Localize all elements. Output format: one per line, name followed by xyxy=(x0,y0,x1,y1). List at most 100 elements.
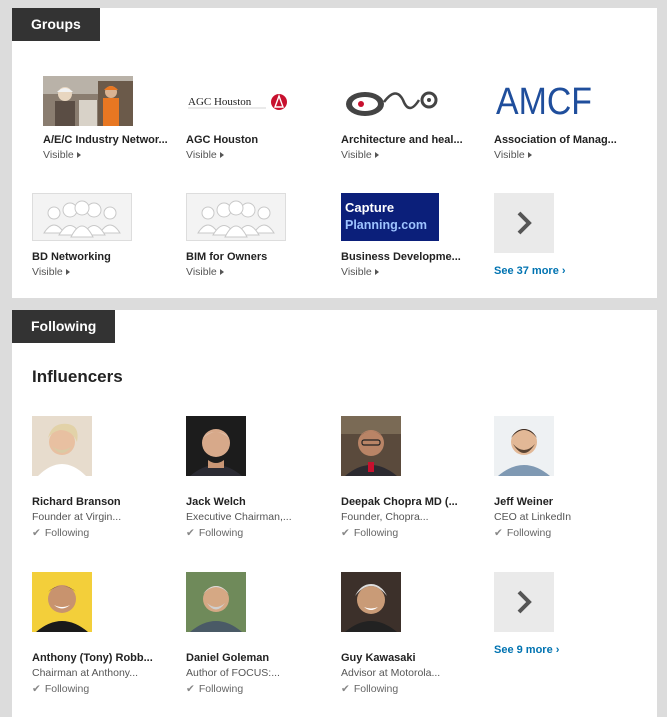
influencer-item[interactable]: Jeff Weiner CEO at LinkedIn ✔ Following xyxy=(494,416,644,546)
avatar[interactable] xyxy=(32,572,92,632)
caret-right-icon xyxy=(219,152,224,159)
influencer-item[interactable]: Daniel Goleman Author of FOCUS:... ✔ Foll… xyxy=(186,572,336,702)
influencers-see-more[interactable]: See 9 more › xyxy=(494,572,644,702)
following-button[interactable]: ✔ Following xyxy=(32,527,89,539)
visibility-label: Visible xyxy=(32,266,63,278)
influencer-item[interactable]: Jack Welch Executive Chairman,... ✔ Follo… xyxy=(186,416,336,546)
group-visibility[interactable]: Visible xyxy=(341,266,481,278)
chevron-right-icon xyxy=(517,211,532,235)
capture-logo-line1: Capture xyxy=(345,200,394,215)
group-placeholder-icon xyxy=(32,193,132,241)
group-item[interactable]: Capture Planning.com Business Developme.… xyxy=(341,193,491,283)
following-label: Following xyxy=(198,527,244,539)
checkmark-icon: ✔ xyxy=(341,683,350,695)
visibility-label: Visible xyxy=(341,149,372,161)
group-visibility[interactable]: Visible xyxy=(494,149,634,161)
following-button[interactable]: ✔ Following xyxy=(341,683,398,695)
influencer-title: Chairman at Anthony... xyxy=(32,667,139,679)
avatar[interactable] xyxy=(186,572,246,632)
influencer-name[interactable]: Jeff Weiner xyxy=(494,496,634,508)
group-title[interactable]: A/E/C Industry Networ... xyxy=(43,134,183,146)
checkmark-icon: ✔ xyxy=(32,527,41,539)
following-panel: Following Influencers Richard Branson Fo… xyxy=(12,310,657,717)
chevron-right-small-icon: › xyxy=(561,265,566,277)
group-visibility[interactable]: Visible xyxy=(43,149,183,161)
group-title[interactable]: Association of Manag... xyxy=(494,134,634,146)
group-title[interactable]: BD Networking xyxy=(32,251,172,263)
see-more-label: See 9 more xyxy=(494,644,553,656)
avatar[interactable] xyxy=(32,416,92,476)
caret-right-icon xyxy=(76,152,81,159)
influencer-title: CEO at LinkedIn xyxy=(494,511,572,523)
group-placeholder-icon xyxy=(186,193,286,241)
next-arrow-button[interactable] xyxy=(494,193,554,253)
capture-planning-logo-icon: Capture Planning.com xyxy=(341,193,439,241)
group-item[interactable]: AGC Houston AGC Houston Visible xyxy=(186,76,336,166)
chevron-right-icon xyxy=(517,590,532,614)
avatar[interactable] xyxy=(341,416,401,476)
avatar[interactable] xyxy=(341,572,401,632)
influencer-item[interactable]: Deepak Chopra MD (... Founder, Chopra...… xyxy=(341,416,491,546)
see-more-influencers-link[interactable]: See 9 more › xyxy=(494,644,559,656)
influencer-name[interactable]: Daniel Goleman xyxy=(186,652,326,664)
influencer-name[interactable]: Guy Kawasaki xyxy=(341,652,481,664)
groups-panel: Groups A/E/C Industry Networ... Visible … xyxy=(12,8,657,298)
influencer-name[interactable]: Jack Welch xyxy=(186,496,326,508)
chevron-right-small-icon: › xyxy=(555,644,560,656)
influencer-item[interactable]: Guy Kawasaki Advisor at Motorola... ✔ Fol… xyxy=(341,572,491,702)
avatar[interactable] xyxy=(494,416,554,476)
visibility-label: Visible xyxy=(494,149,525,161)
capture-logo-line2: Planning.com xyxy=(345,218,427,232)
checkmark-icon: ✔ xyxy=(32,683,41,695)
following-header: Following xyxy=(12,310,116,343)
following-button[interactable]: ✔ Following xyxy=(32,683,89,695)
group-title[interactable]: BIM for Owners xyxy=(186,251,326,263)
visibility-label: Visible xyxy=(186,266,217,278)
see-more-groups-link[interactable]: See 37 more › xyxy=(494,265,566,277)
following-label: Following xyxy=(506,527,552,539)
group-title[interactable]: AGC Houston xyxy=(186,134,326,146)
following-label: Following xyxy=(198,683,244,695)
influencer-item[interactable]: Anthony (Tony) Robb... Chairman at Antho… xyxy=(32,572,182,702)
influencers-title: Influencers xyxy=(32,367,123,386)
group-visibility[interactable]: Visible xyxy=(186,149,326,161)
stethoscope-logo-icon xyxy=(341,76,441,126)
influencer-name[interactable]: Richard Branson xyxy=(32,496,172,508)
construction-workers-photo-icon xyxy=(43,76,133,126)
influencer-title: Executive Chairman,... xyxy=(186,511,292,523)
group-title[interactable]: Business Developme... xyxy=(341,251,481,263)
following-label: Following xyxy=(353,683,399,695)
checkmark-icon: ✔ xyxy=(186,683,195,695)
visibility-label: Visible xyxy=(341,266,372,278)
group-item[interactable]: Architecture and heal... Visible xyxy=(341,76,491,166)
amcf-logo-text: AMCF xyxy=(496,81,592,123)
influencer-name[interactable]: Anthony (Tony) Robb... xyxy=(32,652,172,664)
groups-see-more[interactable]: See 37 more › xyxy=(494,193,644,283)
amcf-logo-icon: AMCF xyxy=(494,76,594,126)
group-visibility[interactable]: Visible xyxy=(186,266,326,278)
group-item[interactable]: BIM for Owners Visible xyxy=(186,193,336,283)
caret-right-icon xyxy=(374,152,379,159)
following-button[interactable]: ✔ Following xyxy=(186,683,243,695)
caret-right-icon xyxy=(219,269,224,276)
group-title[interactable]: Architecture and heal... xyxy=(341,134,481,146)
influencer-item[interactable]: Richard Branson Founder at Virgin... ✔ Fo… xyxy=(32,416,182,546)
caret-right-icon xyxy=(374,269,379,276)
next-arrow-button[interactable] xyxy=(494,572,554,632)
groups-header: Groups xyxy=(12,8,100,41)
group-item[interactable]: A/E/C Industry Networ... Visible xyxy=(43,76,193,166)
agc-logo-text: AGC Houston xyxy=(188,96,252,108)
influencer-title: Author of FOCUS:... xyxy=(186,667,280,679)
group-visibility[interactable]: Visible xyxy=(341,149,481,161)
avatar[interactable] xyxy=(186,416,246,476)
following-label: Following xyxy=(44,683,90,695)
group-visibility[interactable]: Visible xyxy=(32,266,172,278)
following-button[interactable]: ✔ Following xyxy=(186,527,243,539)
following-button[interactable]: ✔ Following xyxy=(341,527,398,539)
group-item[interactable]: AMCF Association of Manag... Visible xyxy=(494,76,644,166)
following-button[interactable]: ✔ Following xyxy=(494,527,551,539)
group-item[interactable]: BD Networking Visible xyxy=(32,193,182,283)
influencer-name[interactable]: Deepak Chopra MD (... xyxy=(341,496,481,508)
visibility-label: Visible xyxy=(43,149,74,161)
agc-houston-logo-icon: AGC Houston xyxy=(186,76,288,126)
